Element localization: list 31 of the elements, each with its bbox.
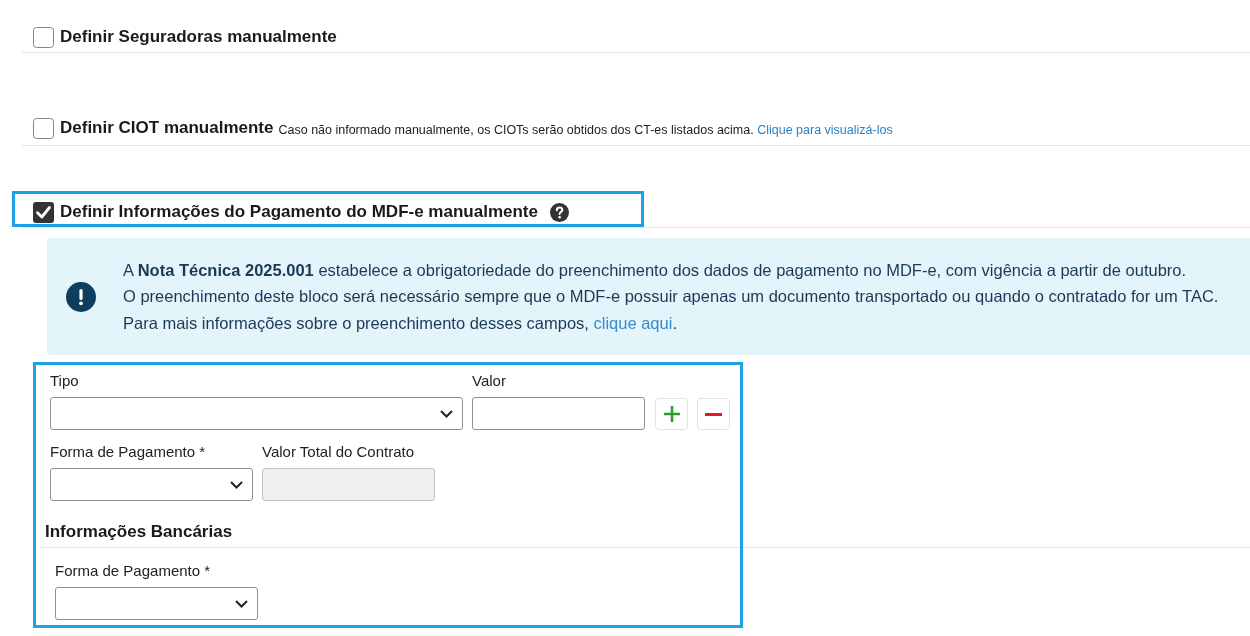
select-field[interactable]: [50, 397, 463, 430]
checkbox[interactable]: [33, 117, 54, 139]
checkbox-label: Definir Seguradoras manualmente: [60, 26, 337, 48]
field-label: Forma de Pagamento *: [55, 561, 212, 581]
chevron-down-icon: [230, 480, 243, 489]
minus-icon: [705, 412, 722, 416]
checkbox[interactable]: [33, 26, 54, 48]
more-info-link[interactable]: clique aqui: [593, 313, 673, 332]
section-heading: Informações Bancárias: [40, 521, 1250, 548]
select-field[interactable]: [55, 587, 258, 620]
text-input[interactable]: [472, 397, 645, 430]
field-label: Valor Total do Contrato: [262, 442, 416, 462]
alert-text: Para mais informações sobre o preenchimento desses campos, clique aqui.: [123, 312, 678, 334]
hint-text: Caso não informado manualmente, os CIOTs serão obtidos dos CT-es listados acima. Clique para visualizá-los: [278, 121, 893, 138]
checkbox[interactable]: [33, 201, 54, 223]
add-button[interactable]: [655, 398, 688, 430]
checkbox-label: Definir CIOT manualmente: [60, 117, 274, 139]
field-label: Forma de Pagamento *: [50, 442, 207, 462]
select-field[interactable]: [50, 468, 253, 501]
view-link[interactable]: Clique para visualizá-los: [757, 122, 893, 137]
checkbox-label: Definir Informações do Pagamento do MDF-e manualmente: [60, 201, 538, 223]
plus-icon: [663, 406, 680, 422]
chevron-down-icon: [235, 599, 248, 608]
remove-button[interactable]: [697, 398, 730, 430]
exclamation-icon: [66, 281, 96, 312]
field-label: Valor: [472, 371, 507, 391]
field-label: Tipo: [50, 371, 80, 391]
help-icon[interactable]: [549, 202, 569, 222]
alert-text: A Nota Técnica 2025.001 estabelece a obrigatoriedade do preenchimento dos dados de pagamento no MDF-e, com vigência a partir de outubro.: [123, 259, 1188, 281]
chevron-down-icon: [440, 409, 453, 418]
alert-text: O preenchimento deste bloco será necessário sempre que o MDF-e possuir apenas um documento transportado ou quando o contratado for um TAC.: [123, 286, 1219, 308]
